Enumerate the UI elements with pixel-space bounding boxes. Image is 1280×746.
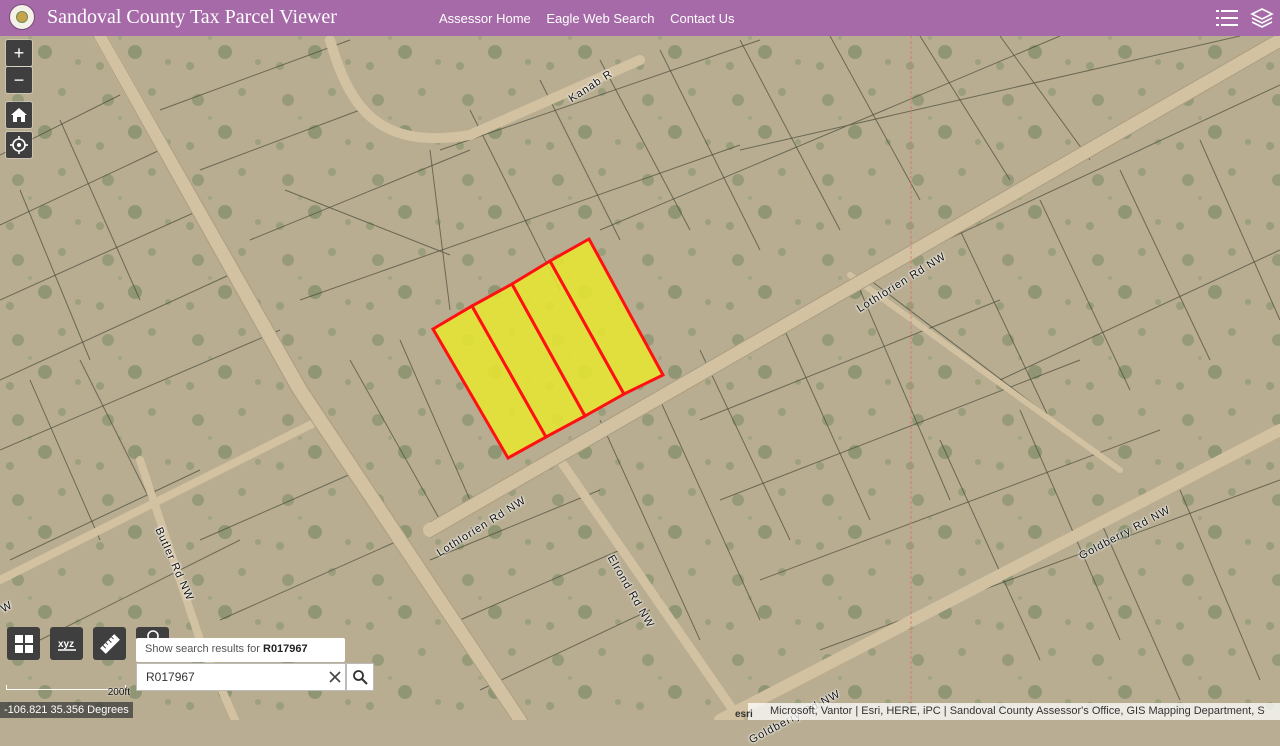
header-nav: Assessor Home Eagle Web Search Contact U… <box>439 11 746 26</box>
search-suggestion-prefix: Show search results for <box>145 643 263 655</box>
close-icon[interactable] <box>327 669 343 685</box>
search-button[interactable] <box>346 663 374 691</box>
county-seal-logo <box>9 4 35 30</box>
search-suggestion-term: R017967 <box>263 643 308 655</box>
app-title: Sandoval County Tax Parcel Viewer <box>47 6 337 28</box>
layers-icon[interactable] <box>1250 7 1274 29</box>
list-icon[interactable] <box>1215 7 1239 29</box>
zoom-in-button[interactable]: + <box>6 40 32 66</box>
locate-button[interactable] <box>6 132 32 158</box>
search-box[interactable] <box>136 663 346 691</box>
nav-assessor-home[interactable]: Assessor Home <box>439 11 531 26</box>
home-icon <box>11 108 27 122</box>
basemap-gallery-icon <box>14 634 33 653</box>
basemap-gallery-button[interactable] <box>7 627 40 660</box>
search-suggestion[interactable]: Show search results for R017967 <box>136 638 345 662</box>
nav-eagle-web-search[interactable]: Eagle Web Search <box>546 11 654 26</box>
scale-bar: 200ft <box>6 683 130 698</box>
svg-text:xyz: xyz <box>58 639 74 650</box>
xyz-coordinate-icon: xyz <box>57 639 76 651</box>
home-button[interactable] <box>6 102 32 128</box>
map-view[interactable]: Kanab R Lothlorien Rd NW Lothlorien Rd N… <box>0 36 1280 746</box>
search-icon <box>353 670 368 685</box>
app-header: Sandoval County Tax Parcel Viewer Assess… <box>0 0 1280 36</box>
minus-icon: − <box>13 70 25 90</box>
coordinate-button[interactable]: xyz <box>50 627 83 660</box>
map-attribution: Microsoft, Vantor | Esri, HERE, iPC | Sa… <box>748 703 1280 720</box>
search-input[interactable] <box>137 664 335 690</box>
locate-icon <box>10 136 28 154</box>
esri-logo: esri <box>735 709 753 720</box>
ruler-icon <box>99 633 120 654</box>
measure-button[interactable] <box>93 627 126 660</box>
nav-contact-us[interactable]: Contact Us <box>670 11 734 26</box>
svg-text:esri: esri <box>735 709 753 720</box>
plus-icon: + <box>13 43 25 63</box>
zoom-out-button[interactable]: − <box>6 67 32 93</box>
scale-label: 200ft <box>107 687 130 698</box>
coordinate-readout: -106.821 35.356 Degrees <box>0 702 133 718</box>
search-icon <box>146 630 159 638</box>
